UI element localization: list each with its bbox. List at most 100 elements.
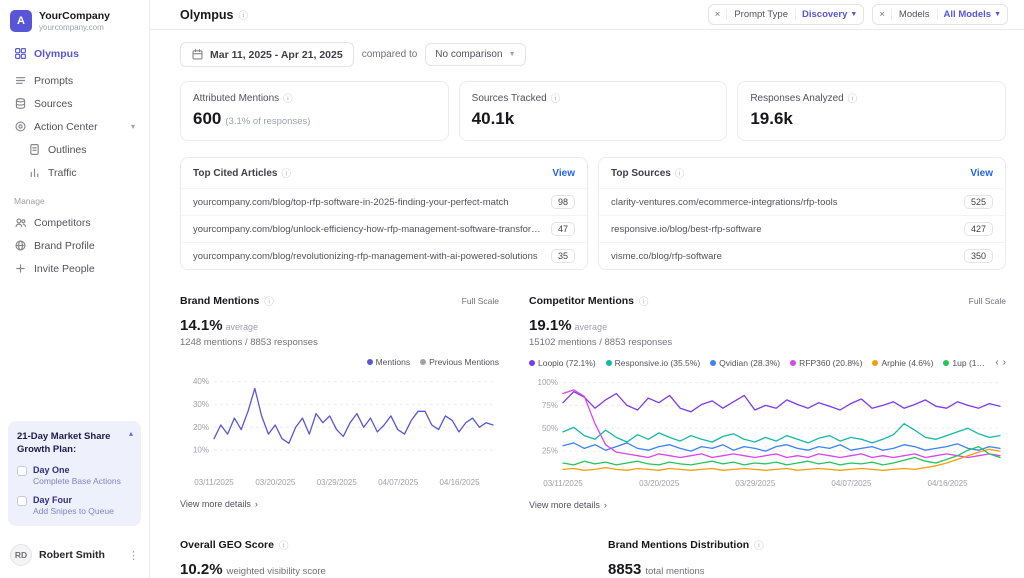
info-icon: ⓘ [675, 166, 685, 180]
view-link[interactable]: View [970, 168, 993, 179]
legend-item[interactable]: 1up (1… [943, 358, 985, 368]
sidebar-item-traffic[interactable]: Traffic [8, 161, 141, 184]
user-name: Robert Smith [39, 549, 105, 561]
document-icon [28, 143, 41, 156]
growth-plan-item-subtitle: Complete Base Actions [33, 476, 121, 486]
sidebar-nav: Olympus [0, 40, 149, 67]
competitor-mentions-chart[interactable]: 25%50%75%100%03/11/202503/20/202503/29/2… [529, 372, 1006, 490]
chevron-right-icon[interactable]: › [1003, 357, 1006, 368]
full-scale-toggle[interactable]: Full Scale [462, 296, 499, 306]
top-cited-articles-card: Top Cited Articlesⓘ View yourcompany.com… [180, 157, 588, 270]
source-url: clarity-ventures.com/ecommerce-integrati… [611, 197, 846, 208]
company-domain: yourcompany.com [39, 23, 110, 32]
view-more-link[interactable]: View more details› [180, 499, 499, 509]
list-item[interactable]: visme.co/blog/rfp-software 350 [599, 242, 1005, 269]
globe-icon [14, 239, 27, 252]
sidebar-item-outlines[interactable]: Outlines [8, 138, 141, 161]
sidebar-item-prompts[interactable]: Prompts [8, 69, 141, 92]
sidebar-item-olympus[interactable]: Olympus [8, 42, 141, 65]
date-range-value: Mar 11, 2025 - Apr 21, 2025 [210, 49, 343, 61]
legend-item[interactable]: Mentions [367, 357, 411, 367]
geo-score-label: weighted visibility score [227, 566, 326, 577]
workspace-switcher[interactable]: A YourCompany yourcompany.com [0, 0, 149, 40]
sidebar-item-label: Competitors [34, 217, 91, 229]
sidebar-item-action-center[interactable]: Action Center ▾ [8, 115, 141, 138]
info-icon: ⓘ [283, 91, 293, 105]
list-item[interactable]: yourcompany.com/blog/revolutionizing-rfp… [181, 242, 587, 269]
legend-item[interactable]: Arphie (4.6%) [872, 358, 933, 368]
average-label: average [575, 322, 608, 332]
total-mentions-value: 8853 [608, 561, 641, 578]
svg-text:40%: 40% [193, 377, 209, 386]
view-more-link[interactable]: View more details› [529, 500, 1006, 510]
list-icon [14, 74, 27, 87]
source-url: responsive.io/blog/best-rfp-software [611, 224, 770, 235]
filter-label: Models [892, 9, 938, 20]
database-icon [14, 97, 27, 110]
chevron-down-icon: ▾ [131, 122, 135, 131]
sidebar-item-competitors[interactable]: Competitors [8, 211, 141, 234]
svg-text:100%: 100% [538, 378, 558, 387]
page-title-row: Olympus ⓘ [180, 8, 248, 22]
legend-swatch [367, 359, 373, 365]
list-item[interactable]: yourcompany.com/blog/top-rfp-software-in… [181, 188, 587, 215]
list-item[interactable]: responsive.io/blog/best-rfp-software 427 [599, 215, 1005, 242]
metric-value: 40.1k [472, 109, 515, 128]
line-chart-svg: 25%50%75%100%03/11/202503/20/202503/29/2… [529, 372, 1006, 490]
legend-item[interactable]: RFP360 (20.8%) [790, 358, 862, 368]
sidebar-item-label: Olympus [34, 48, 79, 60]
top-lists: Top Cited Articles ⓘ View yourcompany.com… [180, 157, 1006, 270]
filter-value-dropdown[interactable]: All Models ▼ [938, 9, 1007, 20]
full-scale-toggle[interactable]: Full Scale [969, 296, 1006, 306]
checkbox[interactable] [17, 466, 27, 476]
growth-plan-item[interactable]: Day One Complete Base Actions [17, 465, 132, 486]
calendar-icon [191, 48, 204, 61]
checkbox[interactable] [17, 496, 27, 506]
chevron-down-icon: ▼ [850, 11, 857, 18]
svg-text:30%: 30% [193, 400, 209, 409]
view-link[interactable]: View [552, 168, 575, 179]
close-icon[interactable]: × [873, 9, 892, 20]
legend-swatch [872, 360, 878, 366]
chevron-left-icon[interactable]: ‹ [995, 357, 998, 368]
legend-swatch [606, 360, 612, 366]
legend-swatch [790, 360, 796, 366]
list-item[interactable]: yourcompany.com/blog/unlock-efficiency-h… [181, 215, 587, 242]
chart-legend: Loopio (72.1%) Responsive.io (35.5%) Qvidi… [529, 358, 985, 368]
legend-item[interactable]: Loopio (72.1%) [529, 358, 596, 368]
legend-item[interactable]: Responsive.io (35.5%) [606, 358, 701, 368]
filter-label: Prompt Type [727, 9, 796, 20]
sidebar-item-label: Prompts [34, 75, 73, 87]
plus-icon [14, 262, 27, 275]
card-title: Top Cited Articles [193, 168, 277, 179]
collapse-icon[interactable]: ▴ [129, 429, 133, 438]
comparison-dropdown[interactable]: No comparison ▼ [425, 43, 525, 66]
brand-mentions-section: Brand Mentionsⓘ Full Scale 14.1%average … [180, 294, 499, 510]
close-icon[interactable]: × [709, 9, 728, 20]
growth-plan-item[interactable]: Day Four Add Snipes to Queue [17, 495, 132, 516]
filter-value-dropdown[interactable]: Discovery ▼ [796, 9, 863, 20]
average-value: 19.1% [529, 317, 572, 334]
info-icon: ⓘ [264, 294, 274, 308]
metric-label: Responses Analyzed [750, 93, 843, 104]
sidebar-item-sources[interactable]: Sources [8, 92, 141, 115]
chart-legend: Mentions Previous Mentions [180, 357, 499, 367]
kebab-menu-icon[interactable]: ⋮ [128, 549, 139, 562]
topbar: Olympus ⓘ × Prompt Type Discovery ▼ × Mo… [150, 0, 1024, 30]
svg-text:10%: 10% [193, 446, 209, 455]
source-url: visme.co/blog/rfp-software [611, 251, 730, 262]
legend-item[interactable]: Previous Mentions [420, 357, 499, 367]
date-range-picker[interactable]: Mar 11, 2025 - Apr 21, 2025 [180, 42, 354, 67]
metric-card-sources-tracked: Sources Trackedⓘ 40.1k [459, 81, 728, 141]
citation-count-badge: 98 [551, 195, 575, 209]
top-sources-card: Top Sourcesⓘ View clarity-ventures.com/e… [598, 157, 1006, 270]
list-item[interactable]: clarity-ventures.com/ecommerce-integrati… [599, 188, 1005, 215]
brand-mentions-chart[interactable]: 10%20%30%40%03/11/202503/20/202503/29/20… [180, 371, 499, 489]
bottom-row: Overall GEO Scoreⓘ 10.2%weighted visibil… [180, 538, 1006, 578]
grid-icon [14, 47, 27, 60]
filter-chips: × Prompt Type Discovery ▼ × Models All M… [708, 4, 1008, 25]
user-menu[interactable]: RD Robert Smith ⋮ [0, 534, 149, 578]
sidebar-item-brand-profile[interactable]: Brand Profile [8, 234, 141, 257]
invite-people-button[interactable]: Invite People [8, 257, 141, 280]
legend-item[interactable]: Qvidian (28.3%) [710, 358, 780, 368]
